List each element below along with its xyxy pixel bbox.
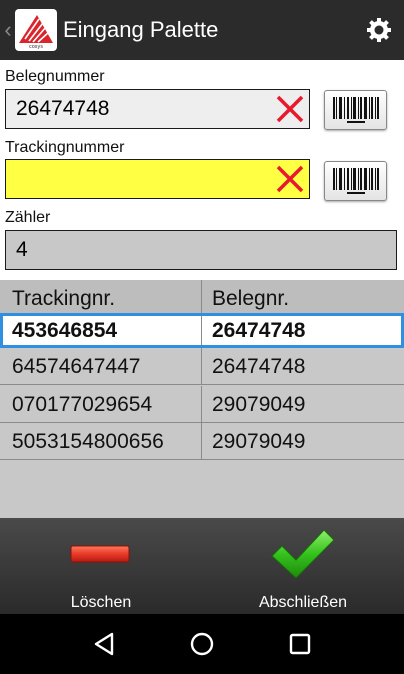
trackingnummer-label: Trackingnummer — [5, 139, 125, 156]
input-form: Belegnummer 26474748 Trackingnummer Zähl… — [0, 60, 404, 280]
screen-title: Eingang Palette — [63, 17, 219, 42]
app-logo[interactable]: cosys — [15, 9, 57, 51]
table-cell: 29079049 — [212, 430, 306, 453]
belegnummer-label: Belegnummer — [5, 68, 105, 85]
table-cell: 070177029654 — [0, 386, 202, 422]
delete-button[interactable]: Löschen — [0, 518, 202, 614]
triangle-back-icon — [94, 632, 114, 656]
table-row[interactable]: 070177029654 29079049 — [0, 386, 404, 423]
table-row-selected[interactable]: 453646854 26474748 — [0, 313, 404, 348]
system-nav-bar — [0, 614, 404, 674]
action-bar: ‹ cosys Eingang Palette — [0, 0, 404, 60]
circle-home-icon — [190, 632, 214, 656]
finish-label: Abschließen — [258, 594, 348, 611]
delete-label: Löschen — [70, 594, 132, 611]
chevron-left-icon[interactable]: ‹ — [1, 17, 15, 43]
table-cell: 64574647447 — [0, 348, 202, 384]
belegnummer-value: 26474748 — [16, 97, 110, 120]
tracking-table: Trackingnr. Belegnr. 453646854 26474748 … — [0, 280, 404, 518]
barcode-icon — [333, 97, 379, 123]
column-header-belegnr[interactable]: Belegnr. — [202, 280, 404, 316]
table-cell: 26474748 — [212, 319, 306, 342]
square-recents-icon — [289, 633, 311, 655]
zaehler-label: Zähler — [5, 209, 51, 226]
nav-back-button[interactable] — [84, 624, 124, 664]
nav-home-button[interactable] — [182, 624, 222, 664]
belegnummer-field[interactable]: 26474748 — [5, 89, 310, 129]
gear-icon — [367, 18, 391, 42]
zaehler-field: 4 — [5, 230, 397, 270]
column-header-trackingnr[interactable]: Trackingnr. — [0, 280, 202, 316]
minus-icon — [70, 545, 130, 563]
table-row[interactable]: 5053154800656 29079049 — [0, 423, 404, 460]
barcode-icon — [333, 168, 379, 194]
table-row[interactable]: 64574647447 26474748 — [0, 348, 404, 385]
table-cell: 5053154800656 — [0, 423, 202, 459]
scan-barcode-button[interactable] — [324, 90, 387, 130]
svg-text:cosys: cosys — [29, 44, 43, 50]
table-cell: 26474748 — [212, 355, 306, 378]
clear-icon[interactable] — [275, 94, 305, 124]
finish-button[interactable]: Abschließen — [202, 518, 404, 614]
table-header: Trackingnr. Belegnr. — [0, 280, 404, 317]
trackingnummer-field[interactable] — [5, 159, 310, 199]
settings-button[interactable] — [354, 0, 404, 60]
clear-icon[interactable] — [275, 164, 305, 194]
table-cell: 29079049 — [212, 393, 306, 416]
table-cell: 453646854 — [0, 313, 202, 347]
action-buttons-bar: Löschen Abschließen — [0, 518, 404, 614]
nav-recents-button[interactable] — [280, 624, 320, 664]
checkmark-icon — [271, 529, 335, 579]
scan-barcode-button[interactable] — [324, 161, 387, 201]
zaehler-value: 4 — [16, 238, 28, 261]
